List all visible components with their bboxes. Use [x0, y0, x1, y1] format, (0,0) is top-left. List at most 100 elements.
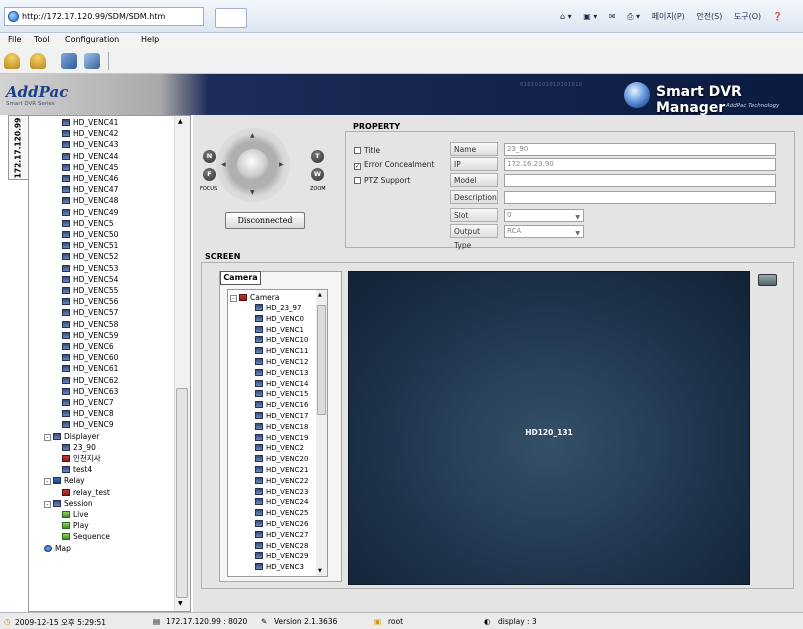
tree-scroll-up-icon[interactable]: ▲ — [178, 118, 183, 125]
tree-item-venc[interactable]: HD_VENC57 — [62, 307, 118, 318]
camera-item[interactable]: HD_VENC15 — [255, 389, 308, 400]
menu-file[interactable]: File — [8, 35, 21, 44]
tree-item-venc[interactable]: HD_VENC63 — [62, 386, 118, 397]
camera-item[interactable]: HD_VENC12 — [255, 357, 308, 368]
camera-item[interactable]: HD_VENC22 — [255, 476, 308, 487]
ptz-w-button[interactable]: W — [311, 168, 324, 181]
name-field[interactable]: 23_90 — [504, 143, 776, 156]
camera-tree-scroll-thumb[interactable] — [317, 305, 326, 415]
tree-item-displayer[interactable]: test4 — [62, 464, 92, 475]
mail-icon[interactable]: ✉ — [609, 12, 616, 21]
title-checkbox[interactable]: Title — [354, 146, 380, 155]
camera-item[interactable]: HD_VENC23 — [255, 487, 308, 498]
tree-item-venc[interactable]: HD_VENC55 — [62, 285, 118, 296]
collapse-icon[interactable]: - — [44, 433, 51, 441]
camera-item[interactable]: HD_VENC19 — [255, 433, 308, 444]
camera-item[interactable]: HD_VENC28 — [255, 541, 308, 552]
users-icon[interactable] — [30, 53, 46, 69]
slot-dropdown-icon[interactable]: ▼ — [575, 212, 580, 223]
camera-item[interactable]: HD_VENC29 — [255, 551, 308, 562]
ptz-n-button[interactable]: N — [203, 150, 216, 163]
ptz-support-check-box[interactable] — [354, 177, 361, 184]
camera-item[interactable]: HD_VENC14 — [255, 379, 308, 390]
ptz-right-arrow-icon[interactable]: ▶ — [279, 161, 284, 168]
tree-item-venc[interactable]: HD_VENC46 — [62, 173, 118, 184]
tree-item-venc[interactable]: HD_VENC61 — [62, 363, 118, 374]
tree-node-map[interactable]: Map — [44, 543, 71, 554]
tree-item-venc[interactable]: HD_VENC7 — [62, 397, 114, 408]
tree-item-venc[interactable]: HD_VENC45 — [62, 162, 118, 173]
camera-item[interactable]: HD_VENC10 — [255, 335, 308, 346]
camera-item[interactable]: HD_VENC0 — [255, 314, 304, 325]
ptz-left-arrow-icon[interactable]: ◀ — [221, 161, 226, 168]
tree-item-venc[interactable]: HD_VENC62 — [62, 375, 118, 386]
output-type-dropdown-icon[interactable]: ▼ — [575, 228, 580, 239]
tree-item-venc[interactable]: HD_VENC56 — [62, 296, 118, 307]
collapse-icon[interactable]: - — [44, 478, 51, 486]
ie-cmd-tools[interactable]: 도구(O) — [734, 12, 761, 21]
camera-item[interactable]: HD_VENC3 — [255, 562, 304, 573]
tree-item-venc[interactable]: HD_VENC43 — [62, 139, 118, 150]
tree-item-venc[interactable]: HD_VENC58 — [62, 319, 118, 330]
home-icon[interactable]: ⌂ ▾ — [560, 12, 572, 21]
camera-tab[interactable]: Camera — [220, 271, 261, 285]
tree-item-venc[interactable]: HD_VENC50 — [62, 229, 118, 240]
tree-item-displayer[interactable]: 인천지사 — [62, 453, 101, 464]
menu-configuration[interactable]: Configuration — [65, 35, 119, 44]
ptz-up-arrow-icon[interactable]: ▲ — [250, 132, 255, 139]
ptz-f-button[interactable]: F — [203, 168, 216, 181]
tree-item-venc[interactable]: HD_VENC47 — [62, 184, 118, 195]
camera-item[interactable]: HD_VENC16 — [255, 400, 308, 411]
tree-item-venc[interactable]: HD_VENC53 — [62, 263, 118, 274]
tree-scroll-down-icon[interactable]: ▼ — [178, 600, 183, 607]
error-concealment-checkbox[interactable]: ✓ Error Concealment — [354, 160, 434, 170]
tree-item-venc[interactable]: HD_VENC51 — [62, 240, 118, 251]
camera-item[interactable]: HD_VENC20 — [255, 454, 308, 465]
tree-item-venc[interactable]: HD_VENC60 — [62, 352, 118, 363]
tree-node-session[interactable]: - Session — [44, 498, 93, 509]
ptz-support-checkbox[interactable]: PTZ Support — [354, 176, 410, 185]
ie-cmd-page[interactable]: 페이지(P) — [652, 12, 685, 21]
connection-button[interactable]: Disconnected — [225, 212, 305, 229]
tree-item-displayer[interactable]: 23_90 — [62, 442, 96, 453]
new-tab-button[interactable] — [215, 8, 247, 28]
camera-item[interactable]: HD_VENC18 — [255, 422, 308, 433]
output-type-select[interactable]: RCA ▼ — [504, 225, 584, 238]
help-icon[interactable]: ❓ — [773, 12, 783, 21]
ptz-down-arrow-icon[interactable]: ▼ — [250, 189, 255, 196]
error-concealment-check-box[interactable]: ✓ — [354, 163, 361, 170]
menu-help[interactable]: Help — [141, 35, 159, 44]
user-icon[interactable] — [4, 53, 20, 69]
ptz-t-button[interactable]: T — [311, 150, 324, 163]
tree-item-venc[interactable]: HD_VENC54 — [62, 274, 118, 285]
collapse-icon[interactable]: - — [44, 500, 51, 508]
slot-select[interactable]: 0 ▼ — [504, 209, 584, 222]
tree-item-venc[interactable]: HD_VENC8 — [62, 408, 114, 419]
tree-item-venc[interactable]: HD_VENC48 — [62, 195, 118, 206]
tree-item-venc[interactable]: HD_VENC41 — [62, 117, 118, 128]
camera-item[interactable]: HD_23_97 — [255, 303, 301, 314]
title-check-box[interactable] — [354, 147, 361, 154]
tree-item-venc[interactable]: HD_VENC9 — [62, 419, 114, 430]
tree-item-venc[interactable]: HD_VENC42 — [62, 128, 118, 139]
model-field[interactable] — [504, 174, 776, 187]
camera-item[interactable]: HD_VENC21 — [255, 465, 308, 476]
camera-item[interactable]: HD_VENC24 — [255, 497, 308, 508]
tree-scroll-thumb[interactable] — [176, 388, 188, 598]
ptz-center-button[interactable] — [237, 149, 269, 181]
tree-item-venc[interactable]: HD_VENC5 — [62, 218, 114, 229]
camera-item[interactable]: HD_VENC26 — [255, 519, 308, 530]
tree-node-displayer[interactable]: - Displayer — [44, 431, 99, 442]
tree-item-venc[interactable]: HD_VENC6 — [62, 341, 114, 352]
tree-item-session[interactable]: Sequence — [62, 531, 110, 542]
tree-item-venc[interactable]: HD_VENC52 — [62, 251, 118, 262]
camera-item[interactable]: HD_VENC17 — [255, 411, 308, 422]
collapse-icon[interactable]: - — [230, 295, 237, 302]
tree-item-session[interactable]: Play — [62, 520, 89, 531]
monitor-icon[interactable] — [758, 274, 777, 286]
ie-cmd-safety[interactable]: 안전(S) — [696, 12, 722, 21]
connect-icon[interactable] — [61, 53, 77, 69]
tree-item-relay[interactable]: relay_test — [62, 487, 110, 498]
camera-item[interactable]: HD_VENC11 — [255, 346, 308, 357]
camera-item[interactable]: HD_VENC27 — [255, 530, 308, 541]
